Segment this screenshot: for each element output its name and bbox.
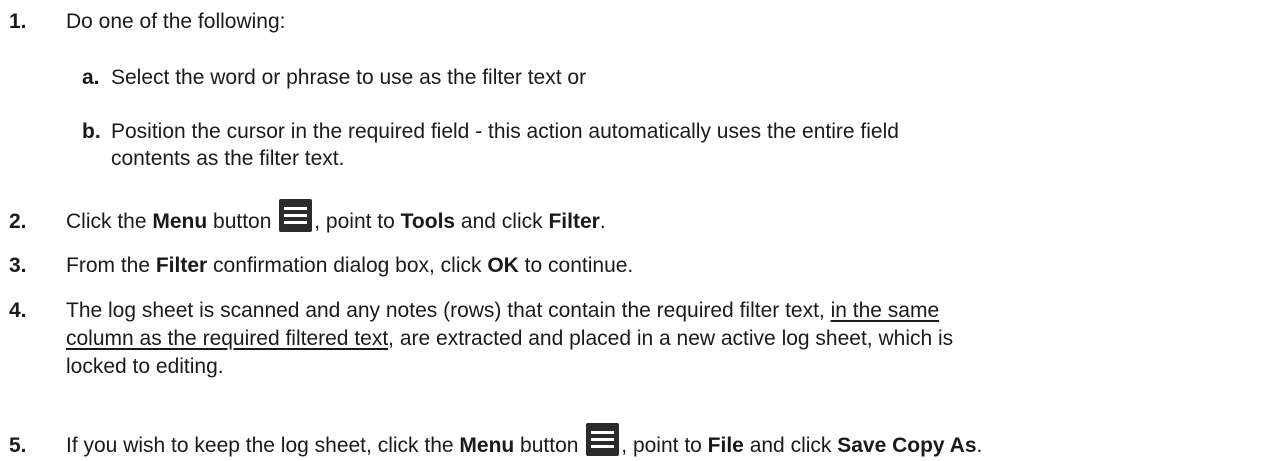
step-3: 3. From the Filter confirmation dialog bo…: [0, 252, 633, 280]
step-number: 3.: [9, 254, 27, 277]
step-number: 2.: [9, 210, 27, 233]
step-text: From the: [66, 254, 156, 277]
step-text: button: [514, 434, 585, 457]
step-number: 5.: [9, 434, 27, 457]
underlined-text: column as the required filtered text: [66, 327, 389, 350]
instruction-document: 1. Do one of the following: a. Select the …: [0, 0, 1272, 461]
step-4: 4. The log sheet is scanned and any notes…: [0, 297, 939, 325]
step-text: , are extracted and placed in a new acti…: [388, 327, 954, 350]
tools-menu-label: Tools: [400, 210, 456, 233]
filter-dialog-label: Filter: [155, 254, 208, 277]
step-text: , point to: [314, 210, 401, 233]
step-text: and click: [743, 434, 838, 457]
step-1: 1. Do one of the following:: [0, 8, 285, 36]
filter-menu-label: Filter: [548, 210, 600, 233]
step-2: 2. Click the Menu button , point to Tools…: [0, 199, 606, 236]
substep-text: Position the cursor in the required fiel…: [111, 120, 899, 143]
step-text: .: [976, 434, 983, 457]
menu-hamburger-icon: [279, 199, 313, 232]
step-text: to continue.: [518, 254, 634, 277]
step-text: , point to: [621, 434, 708, 457]
step-4-continuation: locked to editing.: [66, 353, 224, 381]
step-text: The log sheet is scanned and any notes (…: [66, 299, 831, 322]
step-text: If you wish to keep the log sheet, click…: [66, 434, 460, 457]
step-4-continuation: column as the required filtered text, ar…: [66, 325, 953, 353]
menu-button-label: Menu: [459, 434, 515, 457]
substep-text: contents as the filter text.: [111, 147, 345, 170]
step-text: and click: [455, 210, 549, 233]
menu-hamburger-icon: [586, 423, 620, 456]
step-text: Click the: [66, 210, 153, 233]
step-5: 5. If you wish to keep the log sheet, cli…: [0, 423, 982, 460]
step-text: Do one of the following:: [66, 10, 286, 33]
substep-a: a. Select the word or phrase to use as th…: [82, 64, 586, 92]
substep-b-continuation: contents as the filter text.: [111, 145, 344, 173]
substep-label: b.: [82, 120, 101, 143]
ok-button-label: OK: [487, 254, 519, 277]
file-menu-label: File: [707, 434, 744, 457]
step-number: 1.: [9, 10, 27, 33]
step-text: .: [599, 210, 606, 233]
substep-text: Select the word or phrase to use as the …: [111, 66, 587, 89]
step-text: locked to editing.: [66, 355, 224, 378]
save-copy-as-label: Save Copy As: [837, 434, 977, 457]
substep-b: b. Position the cursor in the required fi…: [82, 118, 899, 146]
step-number: 4.: [9, 299, 27, 322]
underlined-text: in the same: [830, 299, 940, 322]
menu-button-label: Menu: [152, 210, 208, 233]
step-text: button: [207, 210, 278, 233]
substep-label: a.: [82, 66, 100, 89]
step-text: confirmation dialog box, click: [207, 254, 488, 277]
